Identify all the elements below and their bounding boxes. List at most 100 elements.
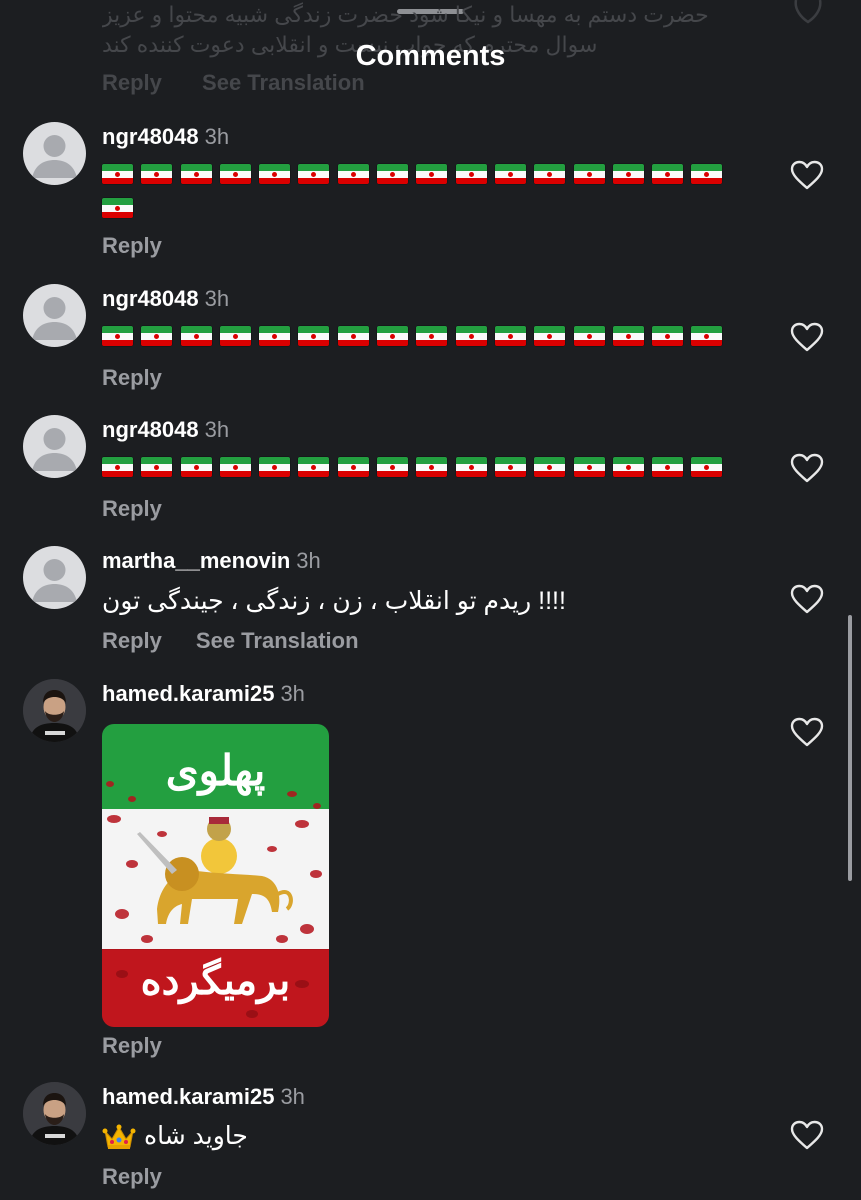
heart-icon[interactable] — [790, 453, 824, 483]
image-top-text: پهلوی — [165, 746, 266, 795]
heart-icon[interactable] — [790, 322, 824, 352]
timestamp: 3h — [280, 681, 305, 706]
crown-emoji-icon — [102, 1124, 136, 1150]
see-translation-button[interactable]: See Translation — [196, 628, 359, 653]
iran-flag-emoji — [377, 326, 409, 347]
reply-button[interactable]: Reply — [102, 628, 162, 653]
iran-flag-emoji — [416, 457, 448, 478]
comment-header: hamed.karami25 3h — [102, 681, 305, 707]
iran-flag-emoji — [612, 164, 644, 185]
iran-flag-emoji — [652, 164, 684, 185]
comment-text — [102, 318, 742, 352]
iran-flag-emoji — [141, 457, 173, 478]
iran-flag-emoji — [691, 164, 723, 185]
iran-flag-emoji — [416, 164, 448, 185]
comment-header: martha__menovin 3h — [102, 548, 321, 574]
timestamp: 3h — [204, 124, 230, 149]
timestamp: 3h — [204, 286, 230, 311]
previous-reply-button[interactable]: Reply — [102, 70, 162, 95]
iran-flag-emoji — [298, 164, 330, 185]
username[interactable]: ngr48048 — [102, 417, 199, 442]
iran-flag-emoji — [573, 326, 605, 347]
comment-header: hamed.karami25 3h — [102, 1084, 305, 1110]
username[interactable]: martha__menovin — [102, 548, 290, 573]
comment-header: ngr48048 3h — [102, 124, 229, 150]
image-bottom-text: برمیگرده — [140, 957, 291, 1004]
timestamp: 3h — [280, 1084, 305, 1109]
comment-actions: Reply — [102, 233, 162, 259]
iran-flag-emoji — [180, 457, 212, 478]
heart-icon[interactable] — [790, 717, 824, 747]
comment-actions: Reply See Translation — [102, 628, 359, 654]
iran-flag-emoji — [337, 457, 369, 478]
iran-flag-emoji — [259, 457, 291, 478]
comment-header: ngr48048 3h — [102, 286, 229, 312]
username[interactable]: ngr48048 — [102, 286, 199, 311]
user-avatar[interactable] — [23, 1082, 86, 1145]
comment-header: ngr48048 3h — [102, 417, 229, 443]
comment-image[interactable]: پهلوی برمیگرده — [102, 724, 329, 1027]
reply-button[interactable]: Reply — [102, 1033, 162, 1058]
iran-flag-emoji — [573, 457, 605, 478]
iran-flag-emoji — [455, 326, 487, 347]
scrollbar[interactable] — [848, 615, 852, 881]
flag-row — [102, 156, 742, 190]
heart-icon[interactable] — [790, 0, 826, 24]
reply-button[interactable]: Reply — [102, 365, 162, 390]
iran-flag-emoji — [494, 457, 526, 478]
default-avatar-icon[interactable] — [23, 546, 86, 609]
reply-button[interactable]: Reply — [102, 233, 162, 258]
iran-flag-emoji — [219, 457, 251, 478]
comment-text: !!!! ریدم تو انقلاب ، زن ، زندگی ، جیندگ… — [102, 587, 566, 615]
iran-flag-emoji — [573, 164, 605, 185]
default-avatar-icon[interactable] — [23, 284, 86, 347]
iran-flag-emoji — [141, 326, 173, 347]
iran-flag-emoji — [102, 164, 133, 185]
reply-button[interactable]: Reply — [102, 1164, 162, 1189]
iran-flag-emoji — [612, 326, 644, 347]
previous-see-translation-button[interactable]: See Translation — [202, 70, 365, 95]
flag-row — [102, 190, 742, 224]
comment-actions: Reply — [102, 365, 162, 391]
comment-actions: Reply — [102, 496, 162, 522]
username[interactable]: hamed.karami25 — [102, 681, 274, 706]
previous-comment-line-1: حضرت دستم به مهسا و نیکا شود حضرت زندگی … — [102, 2, 709, 27]
iran-flag-emoji — [652, 457, 684, 478]
timestamp: 3h — [296, 548, 321, 573]
iran-flag-emoji — [534, 326, 566, 347]
comment-text — [102, 449, 742, 483]
default-avatar-icon[interactable] — [23, 122, 86, 185]
comment-text: جاوید شاه — [102, 1121, 742, 1151]
username[interactable]: ngr48048 — [102, 124, 199, 149]
iran-flag-emoji — [455, 457, 487, 478]
iran-flag-emoji — [534, 457, 566, 478]
flag-row — [102, 449, 742, 483]
iran-flag-emoji — [612, 457, 644, 478]
iran-flag-emoji — [691, 457, 723, 478]
iran-flag-emoji — [337, 326, 369, 347]
iran-flag-emoji — [691, 326, 723, 347]
iran-flag-emoji — [377, 457, 409, 478]
iran-flag-emoji — [259, 326, 291, 347]
comment-text-content: جاوید شاه — [144, 1122, 248, 1150]
iran-flag-emoji — [180, 164, 212, 185]
iran-flag-emoji — [377, 164, 409, 185]
comment-actions: Reply — [102, 1033, 162, 1059]
user-avatar[interactable] — [23, 679, 86, 742]
comment-text — [102, 156, 742, 224]
flag-row — [102, 318, 742, 352]
iran-flag-emoji — [102, 198, 133, 219]
username[interactable]: hamed.karami25 — [102, 1084, 274, 1109]
iran-flag-emoji — [298, 326, 330, 347]
reply-button[interactable]: Reply — [102, 496, 162, 521]
default-avatar-icon[interactable] — [23, 415, 86, 478]
iran-flag-emoji — [298, 457, 330, 478]
comment-actions: Reply — [102, 1164, 162, 1190]
iran-flag-emoji — [337, 164, 369, 185]
iran-flag-emoji — [141, 164, 173, 185]
iran-flag-emoji — [102, 326, 133, 347]
iran-flag-emoji — [652, 326, 684, 347]
heart-icon[interactable] — [790, 160, 824, 190]
heart-icon[interactable] — [790, 1120, 824, 1150]
heart-icon[interactable] — [790, 584, 824, 614]
